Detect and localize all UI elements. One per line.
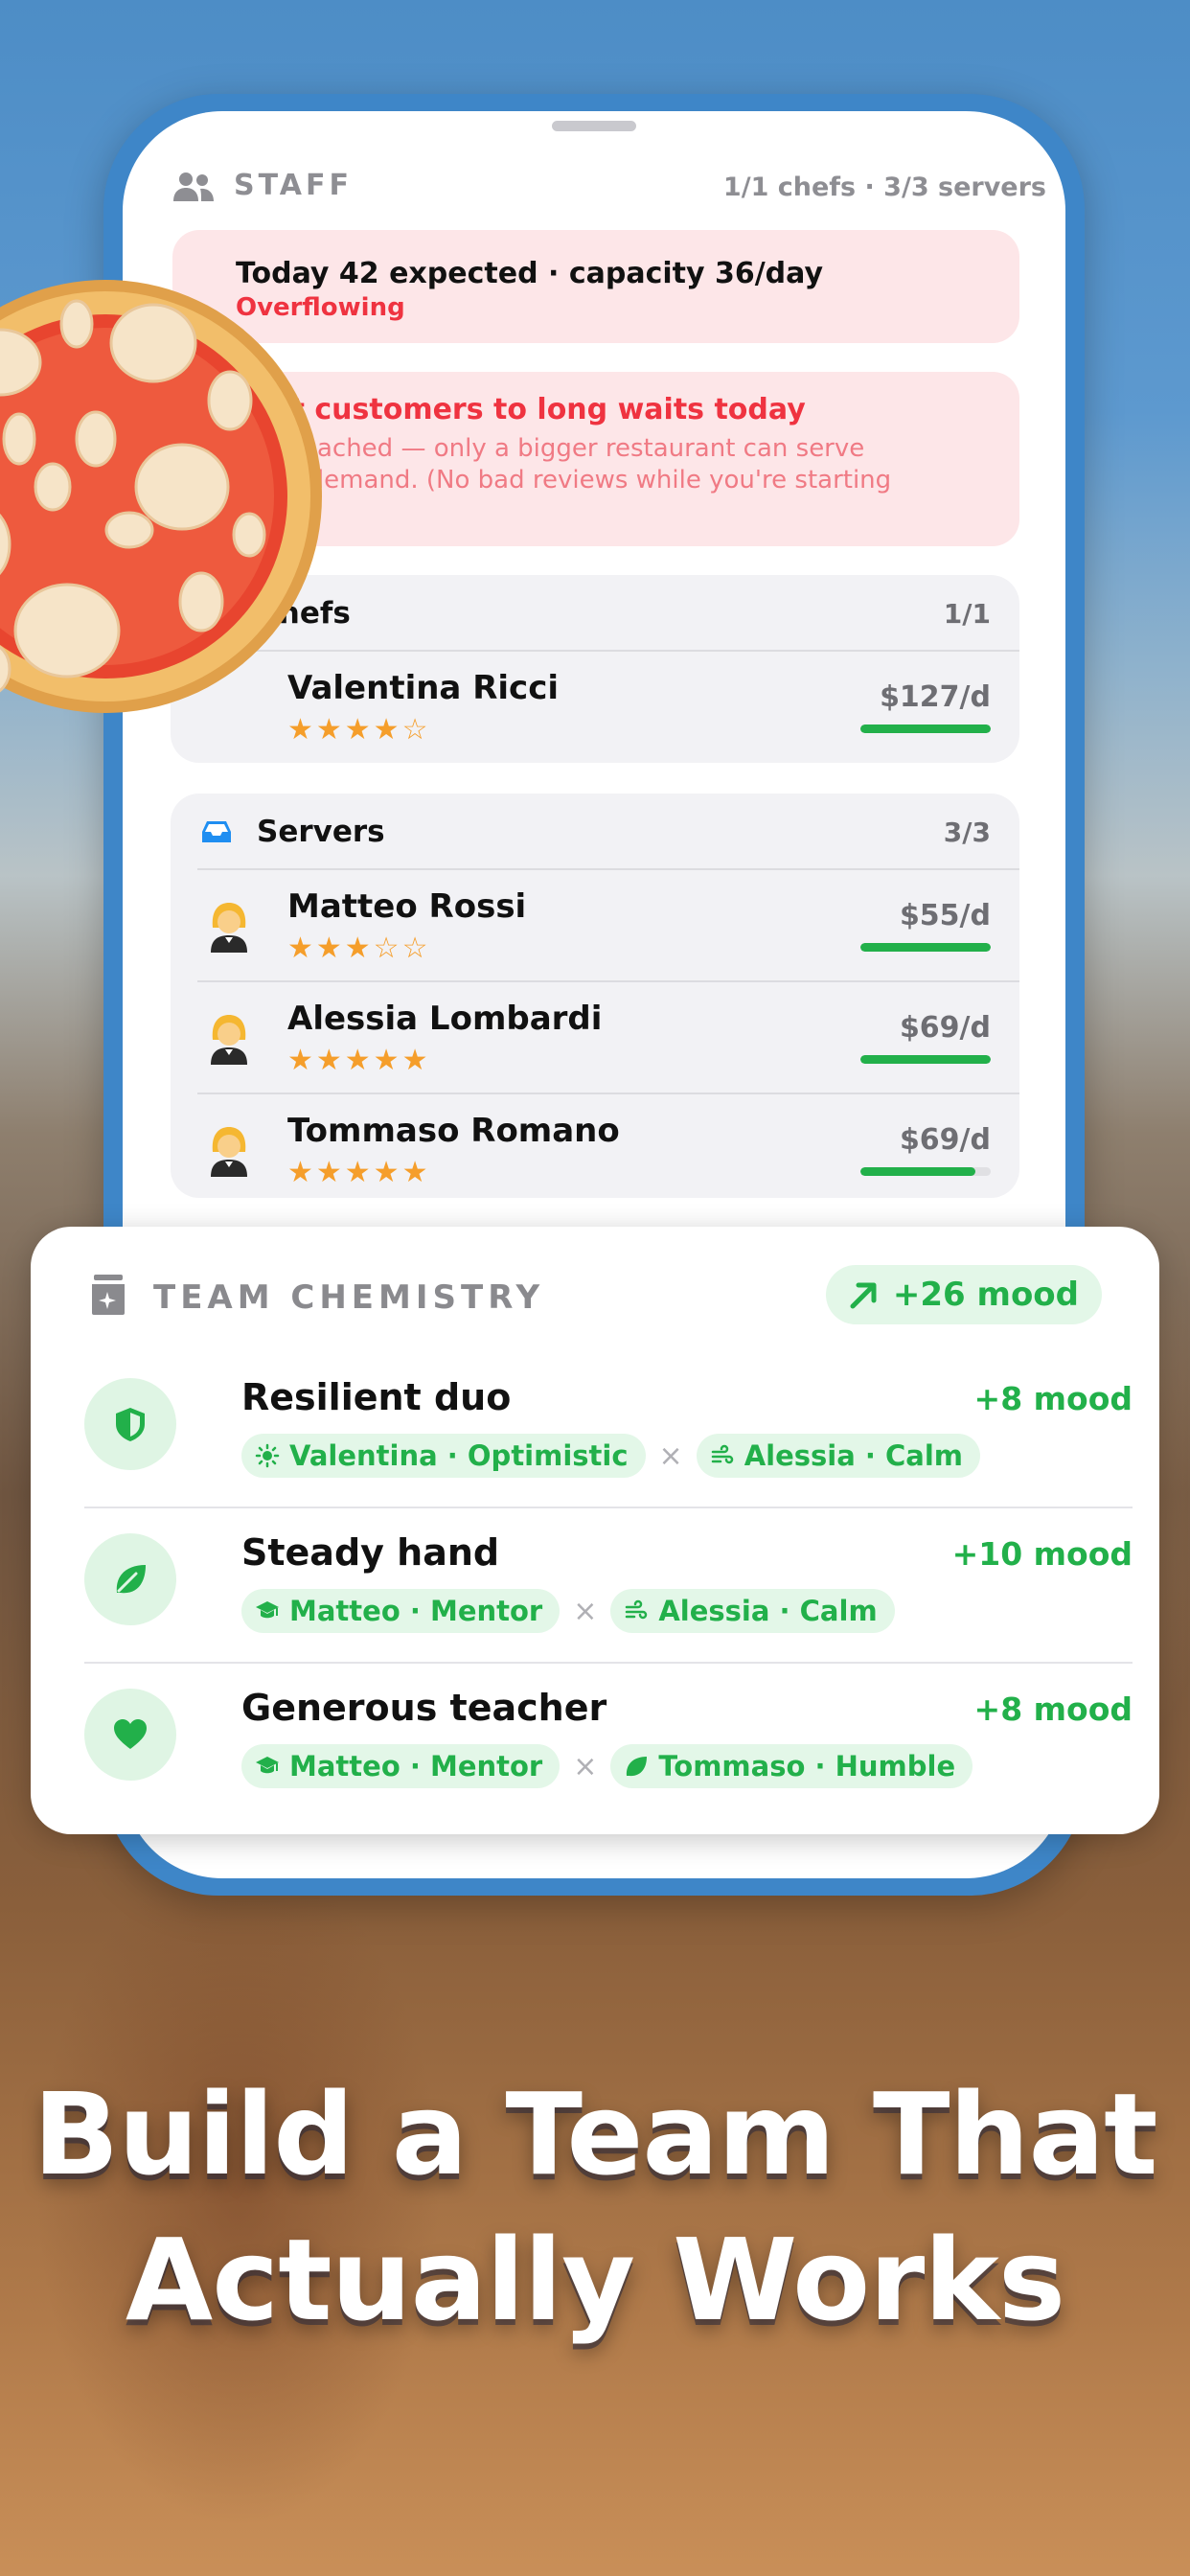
trait-chip[interactable]: Matteo · Mentor [241, 1589, 561, 1633]
wage: $69/d [899, 1011, 991, 1045]
pair-separator: × [658, 1438, 683, 1473]
tray-icon [202, 821, 231, 842]
trait-chip-label: Tommaso · Humble [658, 1750, 956, 1782]
waiter-avatar-icon [211, 903, 247, 953]
sun-icon [255, 1443, 280, 1468]
morale-bar [860, 1167, 991, 1176]
combo-icon-circle [84, 1378, 176, 1470]
combo-mood: +10 mood [951, 1535, 1133, 1573]
rating-stars: ★★★★★ [287, 1044, 431, 1077]
trait-chip-label: Alessia · Calm [744, 1439, 963, 1472]
staff-name: Alessia Lombardi [287, 1000, 603, 1038]
sheet-grabber[interactable] [552, 121, 636, 131]
combo-mood: +8 mood [973, 1690, 1133, 1728]
chefs-count: 1/1 [943, 598, 991, 630]
combo-chips: Matteo · Mentor × Alessia · Calm [241, 1589, 895, 1633]
trait-chip[interactable]: Valentina · Optimistic [241, 1434, 646, 1478]
wind-icon [626, 1599, 648, 1620]
trait-chip-label: Alessia · Calm [658, 1595, 878, 1627]
staff-count: 1/1 chefs · 3/3 servers [722, 172, 1046, 202]
pair-separator: × [573, 1749, 598, 1783]
combo-title: Generous teacher [241, 1687, 607, 1729]
people-icon [173, 172, 214, 201]
team-chemistry-title: TEAM CHEMISTRY [153, 1278, 545, 1317]
staff-row-server[interactable]: Tommaso Romano ★★★★★ $69/d [197, 1092, 1019, 1205]
trait-chip[interactable]: Alessia · Calm [610, 1589, 895, 1633]
chemistry-combo[interactable]: Steady hand +10 mood Matteo · Mentor × A… [84, 1506, 1133, 1664]
servers-card: Servers 3/3 Matteo Rossi ★★★☆☆ $55/d Ale… [171, 794, 1019, 1198]
team-chemistry-card: TEAM CHEMISTRY +26 mood Resilient duo +8… [31, 1227, 1159, 1834]
trait-chip[interactable]: Matteo · Mentor [241, 1744, 561, 1788]
flask-sparkle-icon [92, 1275, 125, 1315]
waiter-avatar-icon [211, 1015, 247, 1065]
chemistry-combo[interactable]: Resilient duo +8 mood Valentina · Optimi… [84, 1351, 1133, 1508]
combo-title: Resilient duo [241, 1376, 512, 1418]
combo-icon-circle [84, 1689, 176, 1781]
pizza-illustration [0, 280, 322, 713]
combo-title: Steady hand [241, 1531, 500, 1574]
combo-chips: Matteo · Mentor × Tommaso · Humble [241, 1744, 973, 1788]
morale-bar [860, 1055, 991, 1064]
trait-chip[interactable]: Alessia · Calm [696, 1434, 980, 1478]
trait-chip-label: Valentina · Optimistic [289, 1439, 629, 1472]
wage: $69/d [899, 1123, 991, 1157]
shield-icon [116, 1408, 145, 1441]
wage: $127/d [880, 680, 991, 714]
trait-chip[interactable]: Tommaso · Humble [610, 1744, 973, 1788]
leaf-icon [116, 1565, 146, 1594]
morale-bar [860, 943, 991, 952]
team-chemistry-header: TEAM CHEMISTRY +26 mood [88, 1265, 1102, 1328]
wind-icon [711, 1444, 733, 1464]
heart-icon [114, 1719, 147, 1749]
trend-up-arrow-icon [850, 1282, 877, 1309]
headline-line-2: Actually Works [125, 2214, 1065, 2346]
combo-chips: Valentina · Optimistic × Alessia · Calm [241, 1434, 980, 1478]
staff-row-server[interactable]: Alessia Lombardi ★★★★★ $69/d [197, 980, 1019, 1092]
waiter-avatar-icon [211, 1127, 247, 1177]
staff-header: STAFF 1/1 chefs · 3/3 servers [172, 165, 1046, 213]
headline-line-1: Build a Team That [33, 2068, 1157, 2200]
servers-title: Servers [257, 815, 385, 849]
chemistry-combo[interactable]: Generous teacher +8 mood Matteo · Mentor… [84, 1662, 1133, 1817]
total-mood-badge: +26 mood [825, 1265, 1102, 1324]
staff-name: Tommaso Romano [287, 1112, 620, 1150]
staff-row-server[interactable]: Matteo Rossi ★★★☆☆ $55/d [197, 868, 1019, 980]
rating-stars: ★★★☆☆ [287, 932, 431, 965]
servers-header: Servers 3/3 [171, 794, 1019, 868]
morale-bar [860, 724, 991, 733]
trait-chip-label: Matteo · Mentor [289, 1750, 543, 1782]
staff-title: STAFF [234, 169, 353, 202]
servers-count: 3/3 [943, 816, 991, 848]
wage: $55/d [899, 899, 991, 932]
trait-chip-label: Matteo · Mentor [289, 1595, 543, 1627]
graduation-cap-icon [256, 1601, 279, 1619]
rating-stars: ★★★★★ [287, 1156, 431, 1189]
staff-name: Matteo Rossi [287, 887, 527, 926]
graduation-cap-icon [256, 1757, 279, 1774]
combo-mood: +8 mood [973, 1380, 1133, 1417]
pair-separator: × [573, 1594, 598, 1628]
total-mood-value: +26 mood [892, 1276, 1079, 1314]
combo-icon-circle [84, 1533, 176, 1625]
leaf-icon [627, 1757, 648, 1777]
